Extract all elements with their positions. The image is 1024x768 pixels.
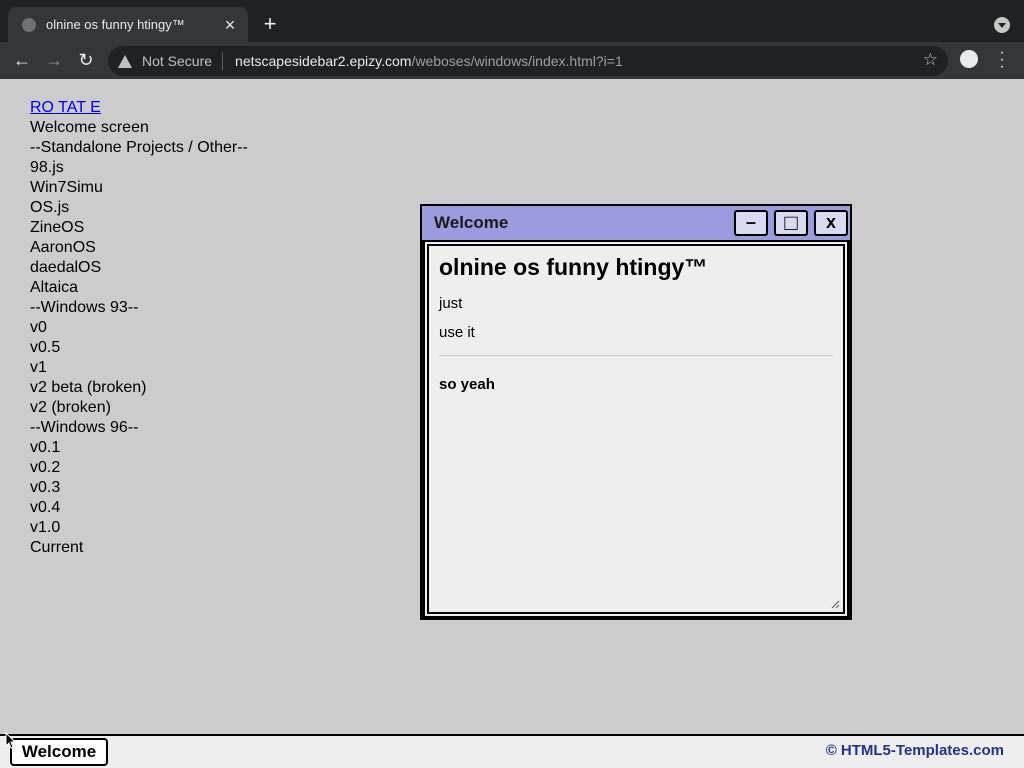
- address-bar[interactable]: Not Secure netscapesidebar2.epizy.com/we…: [108, 46, 948, 76]
- browser-tab-strip: olnine os funny htingy™ × +: [0, 0, 1024, 42]
- warning-icon: [118, 54, 132, 68]
- link-altaica[interactable]: Altaica: [30, 278, 248, 298]
- tab-title: olnine os funny htingy™: [46, 17, 185, 32]
- link-w96-v03[interactable]: v0.3: [30, 478, 248, 498]
- link-w93-v0[interactable]: v0: [30, 318, 248, 338]
- window-content: olnine os funny htingy™ just use it so y…: [427, 244, 845, 614]
- divider: [439, 355, 833, 356]
- window-footer-text: so yeah: [439, 376, 495, 393]
- globe-icon: [22, 17, 36, 32]
- os-link-list: RO TAT E Welcome screen --Standalone Pro…: [30, 98, 248, 558]
- reload-button[interactable]: ↻: [74, 48, 98, 72]
- link-welcome-screen[interactable]: Welcome screen: [30, 118, 248, 138]
- security-label[interactable]: Not Secure: [142, 53, 212, 69]
- window-text-line-2: use it: [439, 324, 475, 341]
- section-windows93: --Windows 93--: [30, 299, 139, 316]
- menu-kebab-icon[interactable]: · · ·: [996, 45, 1008, 75]
- tab-search-icon[interactable]: [994, 17, 1010, 33]
- section-windows96: --Windows 96--: [30, 419, 139, 436]
- link-w93-v2[interactable]: v2 (broken): [30, 398, 248, 418]
- section-standalone: --Standalone Projects / Other--: [30, 139, 248, 156]
- taskbar-welcome-button[interactable]: Welcome: [10, 738, 108, 766]
- mouse-cursor-icon: [5, 732, 17, 749]
- browser-tab[interactable]: olnine os funny htingy™ ×: [8, 7, 248, 42]
- new-tab-button[interactable]: +: [258, 12, 282, 36]
- profile-avatar-icon[interactable]: [960, 50, 978, 68]
- tab-close-icon[interactable]: ×: [222, 16, 238, 34]
- url-host: netscapesidebar2.epizy.com: [235, 53, 412, 69]
- back-button[interactable]: ←: [10, 48, 34, 72]
- url-path: /weboses/windows/index.html?i=1: [411, 53, 623, 69]
- window-heading: olnine os funny htingy™: [439, 254, 708, 280]
- minimize-button[interactable]: –: [734, 210, 768, 236]
- link-w96-v10[interactable]: v1.0: [30, 518, 248, 538]
- credit-link[interactable]: © HTML5-Templates.com: [826, 742, 1004, 759]
- browser-toolbar: ← → ↻ Not Secure netscapesidebar2.epizy.…: [0, 42, 1024, 79]
- taskbar: Welcome © HTML5-Templates.com: [0, 734, 1024, 768]
- link-daedalos[interactable]: daedalOS: [30, 258, 248, 278]
- welcome-window: Welcome – □ x olnine os funny htingy™ ju…: [420, 204, 852, 620]
- link-w96-v04[interactable]: v0.4: [30, 498, 248, 518]
- link-osjs[interactable]: OS.js: [30, 198, 248, 218]
- close-button[interactable]: x: [814, 210, 848, 236]
- link-aaronos[interactable]: AaronOS: [30, 238, 248, 258]
- window-text-line-1: just: [439, 295, 463, 312]
- maximize-button[interactable]: □: [774, 210, 808, 236]
- link-w96-v02[interactable]: v0.2: [30, 458, 248, 478]
- divider: [222, 52, 224, 70]
- window-body-frame: olnine os funny htingy™ just use it so y…: [425, 242, 847, 616]
- link-zineos[interactable]: ZineOS: [30, 218, 248, 238]
- rotate-link[interactable]: RO TAT E: [30, 99, 101, 116]
- bookmark-star-icon[interactable]: ☆: [923, 50, 938, 70]
- link-w93-v1[interactable]: v1: [30, 358, 248, 378]
- resize-grip-icon[interactable]: [831, 600, 840, 609]
- link-98js[interactable]: 98.js: [30, 158, 248, 178]
- link-w93-v2-beta[interactable]: v2 beta (broken): [30, 378, 248, 398]
- link-w96-v01[interactable]: v0.1: [30, 438, 248, 458]
- link-w96-current[interactable]: Current: [30, 538, 248, 558]
- link-w93-v05[interactable]: v0.5: [30, 338, 248, 358]
- window-title: Welcome: [434, 213, 509, 232]
- link-win7simu[interactable]: Win7Simu: [30, 178, 248, 198]
- forward-button[interactable]: →: [42, 48, 66, 72]
